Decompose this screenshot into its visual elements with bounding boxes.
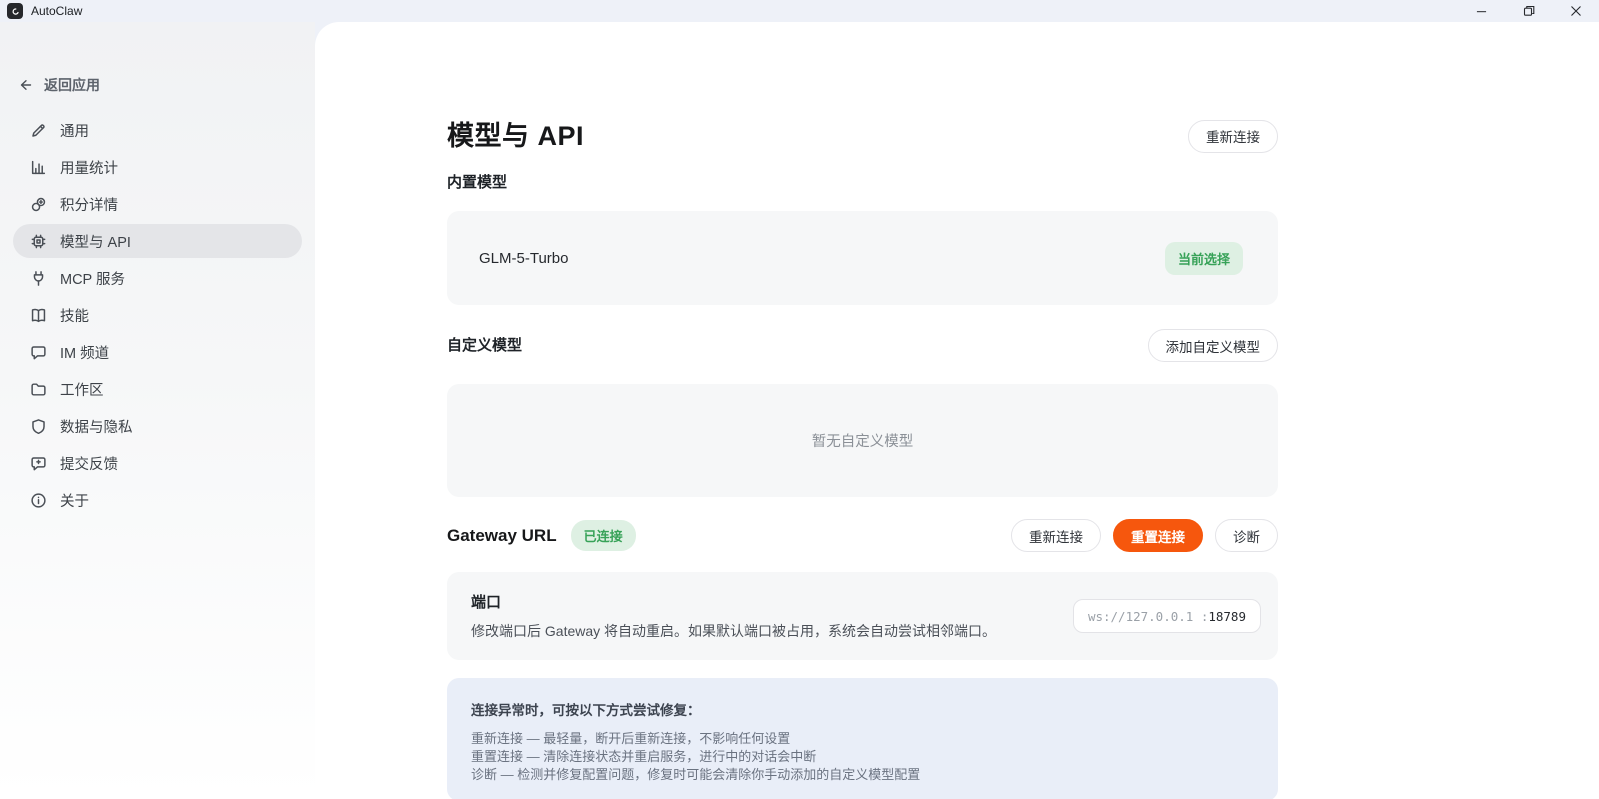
app-logo-icon	[7, 3, 23, 19]
help-line-diagnose: 诊断 — 检测并修复配置问题，修复时可能会清除你手动添加的自定义模型配置	[471, 766, 1254, 784]
close-button[interactable]	[1552, 0, 1599, 22]
port-input[interactable]: ws://127.0.0.1 : 18789	[1073, 599, 1261, 633]
window-titlebar: AutoClaw	[0, 0, 1599, 22]
help-title: 连接异常时，可按以下方式尝试修复：	[471, 699, 1254, 719]
custom-models-empty-card: 暂无自定义模型	[447, 384, 1278, 497]
builtin-model-card[interactable]: GLM-5-Turbo 当前选择	[447, 211, 1278, 305]
sidebar-item-label: 模型与 API	[60, 231, 131, 252]
info-icon	[30, 492, 47, 509]
minimize-button[interactable]	[1458, 0, 1505, 22]
sidebar-item-label: 用量统计	[60, 157, 118, 178]
main-panel: 模型与 API 重新连接 内置模型 GLM-5-Turbo 当前选择 自定义模型…	[315, 22, 1599, 799]
header-reconnect-button[interactable]: 重新连接	[1188, 120, 1278, 153]
sidebar-item-models-api[interactable]: 模型与 API	[13, 224, 302, 258]
sidebar-item-label: 技能	[60, 305, 89, 326]
sidebar-item-label: 提交反馈	[60, 453, 118, 474]
port-card: 端口 修改端口后 Gateway 将自动重启。如果默认端口被占用，系统会自动尝试…	[447, 572, 1278, 660]
app-title: AutoClaw	[31, 4, 82, 18]
window-controls	[1458, 0, 1599, 22]
sidebar-item-label: 数据与隐私	[60, 416, 133, 437]
settings-sidebar: 返回应用 通用 用量统计 积分详情 模型与 API	[0, 22, 315, 799]
feedback-icon	[30, 455, 47, 472]
coins-icon	[30, 196, 47, 213]
back-to-app-button[interactable]: 返回应用	[18, 75, 315, 95]
restore-button[interactable]	[1505, 0, 1552, 22]
help-line-reset: 重置连接 — 清除连接状态并重启服务，进行中的对话会中断	[471, 748, 1254, 766]
sidebar-item-data-privacy[interactable]: 数据与隐私	[13, 409, 302, 443]
folder-icon	[30, 381, 47, 398]
connection-help-box: 连接异常时，可按以下方式尝试修复： 重新连接 — 最轻量，断开后重新连接，不影响…	[447, 678, 1278, 799]
gateway-reset-button[interactable]: 重置连接	[1113, 519, 1203, 552]
sidebar-item-label: MCP 服务	[60, 268, 125, 289]
chart-icon	[30, 159, 47, 176]
sidebar-item-label: 关于	[60, 490, 89, 511]
sidebar-item-credits[interactable]: 积分详情	[13, 187, 302, 221]
sidebar-item-usage-stats[interactable]: 用量统计	[13, 150, 302, 184]
custom-models-label: 自定义模型	[447, 336, 522, 356]
add-custom-model-button[interactable]: 添加自定义模型	[1148, 329, 1279, 362]
back-label: 返回应用	[44, 75, 100, 95]
port-title: 端口	[471, 591, 996, 612]
sidebar-item-label: 通用	[60, 120, 89, 141]
page-title: 模型与 API	[447, 117, 584, 155]
chat-icon	[30, 344, 47, 361]
port-url-prefix: ws://127.0.0.1 :	[1088, 609, 1208, 624]
sidebar-item-workspace[interactable]: 工作区	[13, 372, 302, 406]
sidebar-item-label: 积分详情	[60, 194, 118, 215]
builtin-models-label: 内置模型	[447, 173, 1278, 193]
help-line-reconnect: 重新连接 — 最轻量，断开后重新连接，不影响任何设置	[471, 730, 1254, 748]
cpu-icon	[30, 233, 47, 250]
shield-icon	[30, 418, 47, 435]
sidebar-item-label: 工作区	[60, 379, 104, 400]
port-description: 修改端口后 Gateway 将自动重启。如果默认端口被占用，系统会自动尝试相邻端…	[471, 621, 996, 641]
sidebar-item-about[interactable]: 关于	[13, 483, 302, 517]
model-name: GLM-5-Turbo	[479, 250, 568, 267]
back-arrow-icon	[18, 77, 34, 93]
sidebar-item-label: IM 频道	[60, 342, 109, 363]
sidebar-item-skills[interactable]: 技能	[13, 298, 302, 332]
connected-status-badge: 已连接	[571, 520, 636, 551]
sidebar-item-feedback[interactable]: 提交反馈	[13, 446, 302, 480]
sidebar-item-im-channels[interactable]: IM 频道	[13, 335, 302, 369]
sidebar-item-mcp[interactable]: MCP 服务	[13, 261, 302, 295]
port-value[interactable]: 18789	[1208, 609, 1246, 624]
plug-icon	[30, 270, 47, 287]
selected-badge: 当前选择	[1165, 242, 1243, 275]
sidebar-item-general[interactable]: 通用	[13, 113, 302, 147]
empty-text: 暂无自定义模型	[812, 430, 914, 451]
pencil-icon	[30, 122, 47, 139]
gateway-reconnect-button[interactable]: 重新连接	[1011, 519, 1101, 552]
book-icon	[30, 307, 47, 324]
gateway-diagnose-button[interactable]: 诊断	[1215, 519, 1278, 552]
gateway-url-title: Gateway URL	[447, 526, 557, 546]
